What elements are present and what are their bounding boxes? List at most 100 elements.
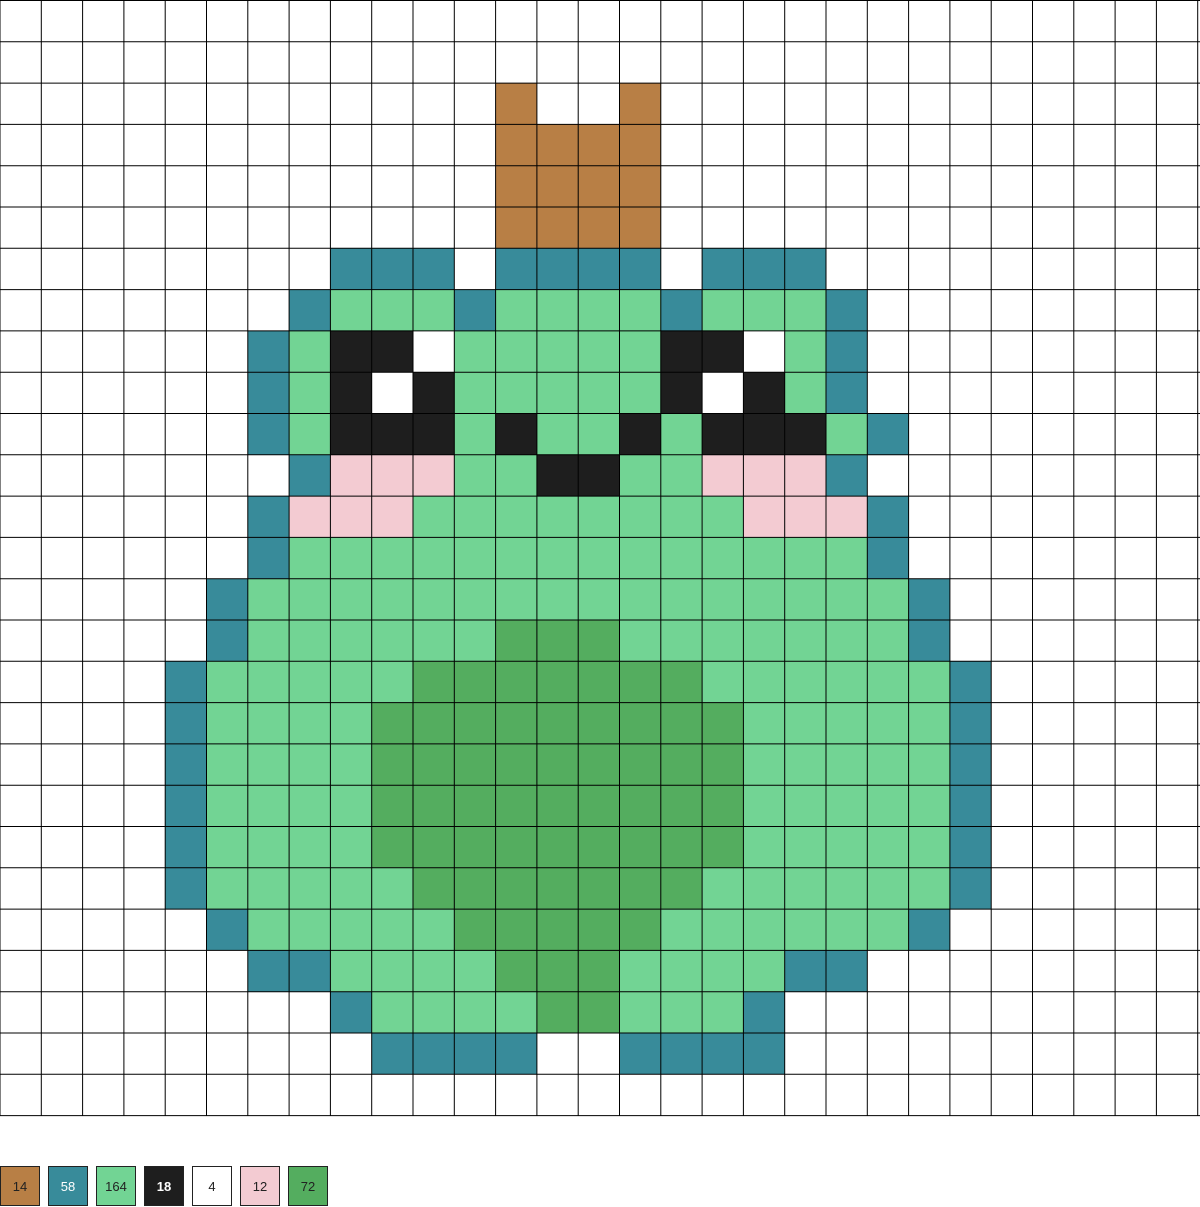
bead-cell xyxy=(454,620,496,662)
bead-cell xyxy=(784,950,826,992)
bead-cell xyxy=(371,620,413,662)
bead-cell xyxy=(165,826,207,868)
bead-cell xyxy=(619,372,661,414)
bead-cell xyxy=(330,578,372,620)
bead-cell xyxy=(826,372,868,414)
bead-cell xyxy=(578,330,620,373)
bead-cell xyxy=(702,537,744,579)
bead-cell xyxy=(247,372,290,414)
bead-cell xyxy=(495,578,537,620)
bead-cell xyxy=(536,702,579,744)
bead-cell xyxy=(702,454,744,497)
bead-cell xyxy=(413,578,455,620)
bead-cell xyxy=(908,909,950,951)
bead-cell xyxy=(784,909,826,951)
bead-cell xyxy=(495,661,537,703)
bead-cell xyxy=(702,413,744,455)
bead-cell xyxy=(619,909,661,951)
bead-cell xyxy=(413,537,455,579)
bead-cell xyxy=(908,785,950,827)
palette-swatch: 4 xyxy=(192,1166,232,1206)
bead-cell xyxy=(371,826,413,868)
palette-swatch: 14 xyxy=(0,1166,40,1206)
bead-cell xyxy=(495,496,537,538)
bead-cell xyxy=(536,165,579,207)
bead-cell xyxy=(660,909,703,951)
bead-cell xyxy=(660,826,703,868)
bead-cell xyxy=(867,743,909,786)
bead-cell xyxy=(371,413,413,455)
bead-cell xyxy=(330,867,372,910)
bead-cell xyxy=(784,702,826,744)
bead-cell xyxy=(289,537,331,579)
bead-cell xyxy=(867,537,909,579)
bead-cell xyxy=(454,950,496,992)
bead-cell xyxy=(454,413,496,455)
bead-cell xyxy=(660,1033,703,1075)
bead-cell xyxy=(247,330,290,373)
bead-cell xyxy=(206,785,248,827)
bead-cell xyxy=(371,330,413,373)
bead-cell xyxy=(206,909,248,951)
bead-cell xyxy=(743,1033,785,1075)
bead-cell xyxy=(413,950,455,992)
bead-cell xyxy=(743,620,785,662)
bead-cell xyxy=(371,578,413,620)
bead-cell xyxy=(289,620,331,662)
bead-cell xyxy=(165,661,207,703)
bead-cell xyxy=(578,620,620,662)
bead-cell xyxy=(867,413,909,455)
bead-cell xyxy=(867,826,909,868)
bead-cell xyxy=(578,785,620,827)
bead-cell xyxy=(289,413,331,455)
bead-cell xyxy=(454,454,496,497)
bead-cell xyxy=(454,1033,496,1075)
bead-cell xyxy=(578,289,620,331)
bead-cell xyxy=(660,289,703,331)
bead-cell xyxy=(330,289,372,331)
bead-cell xyxy=(247,867,290,910)
bead-cell xyxy=(206,578,248,620)
bead-cell xyxy=(371,702,413,744)
bead-cell xyxy=(743,372,785,414)
bead-cell xyxy=(289,702,331,744)
bead-cell xyxy=(247,702,290,744)
bead-cell xyxy=(536,950,579,992)
bead-cell xyxy=(908,826,950,868)
bead-cell xyxy=(536,248,579,290)
bead-cell xyxy=(578,207,620,249)
bead-cell xyxy=(908,702,950,744)
bead-cell xyxy=(743,867,785,910)
bead-cell xyxy=(495,743,537,786)
bead-cell xyxy=(784,372,826,414)
bead-cell xyxy=(289,785,331,827)
bead-cell xyxy=(454,330,496,373)
bead-cell xyxy=(867,578,909,620)
bead-cell xyxy=(247,661,290,703)
bead-cell xyxy=(949,743,992,786)
bead-cell xyxy=(536,826,579,868)
bead-cell xyxy=(619,165,661,207)
bead-cell xyxy=(247,413,290,455)
bead-cell xyxy=(784,867,826,910)
bead-cell xyxy=(536,620,579,662)
bead-cell xyxy=(743,909,785,951)
bead-cell xyxy=(454,578,496,620)
bead-cell xyxy=(660,413,703,455)
bead-cell xyxy=(536,743,579,786)
bead-cell xyxy=(619,785,661,827)
bead-cell xyxy=(743,785,785,827)
bead-cell xyxy=(536,454,579,497)
bead-cell xyxy=(206,867,248,910)
bead-cell xyxy=(289,578,331,620)
bead-cell xyxy=(784,826,826,868)
bead-cell xyxy=(495,454,537,497)
bead-cell xyxy=(578,991,620,1033)
bead-cell xyxy=(619,248,661,290)
bead-cell xyxy=(619,620,661,662)
bead-cell xyxy=(660,330,703,373)
bead-cell xyxy=(660,578,703,620)
bead-cell xyxy=(619,496,661,538)
bead-cell xyxy=(619,207,661,249)
bead-cell xyxy=(495,248,537,290)
